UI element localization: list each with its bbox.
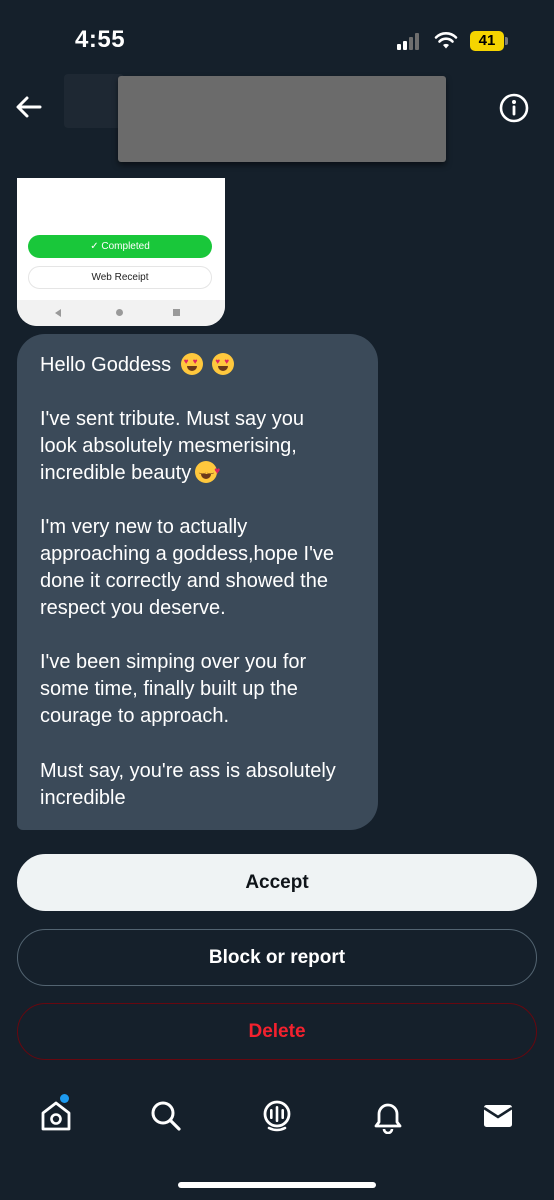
info-icon[interactable]	[498, 92, 530, 124]
cellular-signal-icon	[397, 32, 425, 50]
message-line: look absolutely mesmerising,	[40, 435, 297, 457]
message-line: incredible beauty ‿ ‿ ♥	[40, 461, 221, 484]
message-paragraph: Must say, you're ass is absolutely incre…	[40, 758, 336, 812]
accept-button[interactable]: Accept	[17, 854, 537, 911]
conversation-header	[0, 70, 554, 162]
tab-home[interactable]	[38, 1094, 74, 1134]
smiling-hearts-emoji-icon: ‿ ‿ ♥	[195, 461, 220, 483]
battery-level: 41	[470, 31, 504, 51]
battery-icon: 41	[470, 31, 510, 51]
bell-icon	[374, 1103, 402, 1135]
home-indicator[interactable]	[178, 1182, 376, 1188]
message-paragraph: I'm very new to actually approaching a g…	[40, 514, 334, 622]
message-line: approaching a goddess,hope I've	[40, 543, 335, 565]
tab-notifications[interactable]	[370, 1098, 406, 1135]
arrow-left-icon[interactable]	[14, 92, 44, 122]
message-bubble: Hello Goddess ♥ ♥ ♥ ♥ I've sent tribute. M…	[17, 334, 378, 830]
bottom-tab-bar	[0, 1080, 554, 1160]
spaces-icon	[263, 1100, 291, 1132]
message-line: I've been simping over you for	[40, 651, 307, 673]
message-line: incredible	[40, 787, 126, 809]
message-line: respect you deserve.	[40, 597, 226, 619]
message-paragraph: I've been simping over you for some time…	[40, 649, 306, 730]
status-bar: 4:55 41	[0, 0, 554, 80]
message-line: Hello Goddess	[40, 354, 172, 376]
status-time: 4:55	[75, 26, 126, 53]
nav-recent-icon	[173, 309, 180, 316]
tab-messages[interactable]	[480, 1098, 516, 1134]
notification-dot	[60, 1094, 69, 1103]
message-paragraph: Hello Goddess ♥ ♥ ♥ ♥	[40, 352, 235, 379]
search-icon	[151, 1101, 181, 1131]
wifi-icon	[434, 32, 458, 49]
message-line: I'm very new to actually	[40, 516, 248, 538]
nav-back-icon	[55, 309, 61, 317]
message-line: I've sent tribute. Must say you	[40, 408, 304, 430]
nav-home-icon	[116, 309, 123, 316]
message-line: some time, finally built up the	[40, 678, 298, 700]
message-paragraph: I've sent tribute. Must say you look abs…	[40, 406, 304, 487]
message-line: done it correctly and showed the	[40, 570, 328, 592]
mail-icon	[483, 1105, 513, 1127]
message-line: courage to approach.	[40, 705, 230, 727]
tab-spaces[interactable]	[259, 1098, 295, 1134]
completed-badge: ✓ Completed	[28, 235, 212, 258]
web-receipt-button: Web Receipt	[28, 266, 212, 289]
message-line: Must say, you're ass is absolutely	[40, 760, 336, 782]
android-nav-bar	[17, 300, 225, 326]
delete-button[interactable]: Delete	[17, 1003, 537, 1060]
tab-search[interactable]	[148, 1098, 184, 1134]
heart-eyes-emoji-icon: ♥ ♥	[212, 353, 235, 375]
redacted-username-block	[118, 76, 446, 162]
home-icon	[41, 1101, 71, 1131]
heart-eyes-emoji-icon: ♥ ♥	[180, 353, 203, 375]
block-or-report-button[interactable]: Block or report	[17, 929, 537, 986]
avatar[interactable]	[64, 74, 124, 128]
attached-image[interactable]: ✓ Completed Web Receipt	[17, 178, 225, 326]
